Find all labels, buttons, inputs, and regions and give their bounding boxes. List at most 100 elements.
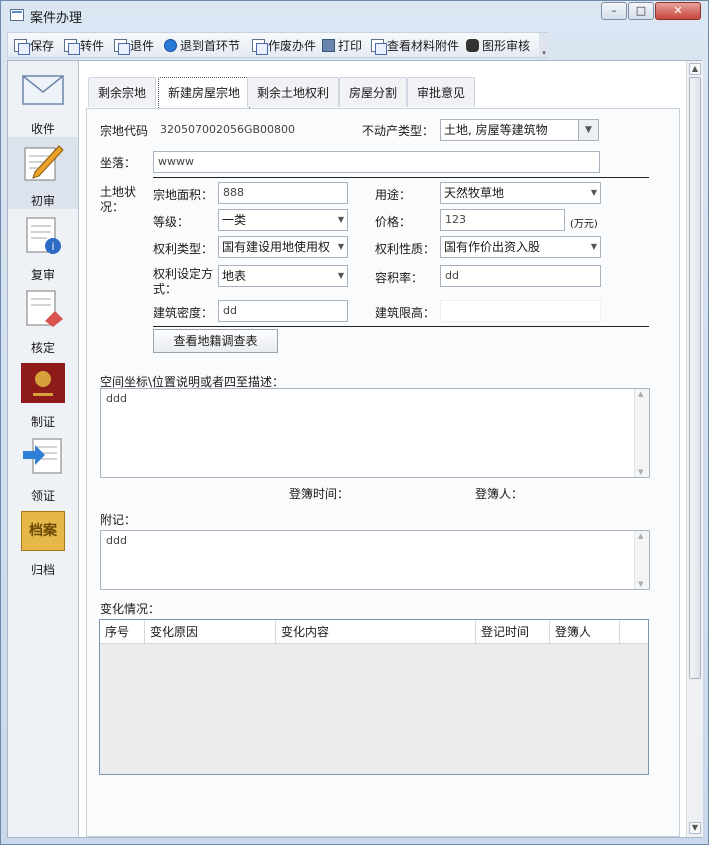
- back-to-first-step-button[interactable]: 退到首环节: [164, 37, 240, 55]
- note-value: ddd: [106, 534, 127, 547]
- area-input[interactable]: 888: [218, 182, 348, 204]
- textarea-scrollbar[interactable]: [634, 389, 649, 477]
- sidebar-label-second-review: 复审: [30, 268, 55, 282]
- sidebar-item-approve[interactable]: 核定: [8, 284, 78, 356]
- sidebar-item-receive[interactable]: 收件: [8, 65, 78, 137]
- view-attachments-label: 查看材料附件: [387, 39, 460, 53]
- sidebar-item-archive[interactable]: 档案 归档: [8, 506, 78, 578]
- chevron-down-icon: ▼: [590, 188, 597, 197]
- spatial-value: ddd: [106, 392, 127, 405]
- tab-approval-opinion[interactable]: 审批意见: [407, 77, 476, 107]
- column-header[interactable]: 登簿人: [550, 620, 620, 644]
- column-header[interactable]: 变化原因: [145, 620, 276, 644]
- register-time-label: 登簿时间：: [289, 487, 350, 501]
- sidebar-label-archive: 归档: [30, 563, 55, 577]
- graphic-review-button[interactable]: 图形审核: [466, 37, 530, 55]
- attachment-icon: [371, 39, 387, 55]
- note-textarea[interactable]: ddd: [100, 530, 650, 590]
- textarea-scrollbar[interactable]: [634, 531, 649, 589]
- divider: [153, 177, 649, 178]
- price-input[interactable]: 123: [440, 209, 565, 231]
- chevron-down-icon: ▼: [335, 237, 344, 257]
- certificate-icon: [21, 363, 65, 403]
- use-value: 天然牧草地: [444, 186, 505, 200]
- column-header[interactable]: 变化内容: [276, 620, 476, 644]
- right-setup-select[interactable]: 地表 ▼: [218, 265, 348, 287]
- tab-house-split[interactable]: 房屋分割: [339, 77, 408, 107]
- scrollbar-thumb[interactable]: [689, 77, 701, 679]
- svg-text:i: i: [51, 240, 54, 253]
- changes-table: 序号 变化原因 变化内容 登记时间 登簿人: [99, 619, 649, 775]
- graphic-review-label: 图形审核: [482, 39, 531, 53]
- parcel-code-value: 320507002056GB00800: [160, 123, 296, 136]
- save-icon: [14, 39, 30, 55]
- transfer-label: 转件: [80, 39, 105, 53]
- close-button[interactable]: ✕: [655, 2, 701, 20]
- divider: [153, 326, 649, 327]
- vertical-scrollbar[interactable]: ▲ ▼: [686, 61, 703, 837]
- minimize-button[interactable]: –: [601, 2, 627, 20]
- plot-ratio-input[interactable]: dd: [440, 265, 601, 287]
- land-status-label: 土地状况：: [100, 185, 137, 214]
- view-attachments-button[interactable]: 查看材料附件: [371, 37, 459, 55]
- print-button[interactable]: 打印: [322, 37, 362, 55]
- binoculars-icon: [466, 39, 479, 52]
- right-type-label: 权利类型：: [153, 242, 214, 256]
- height-limit-input[interactable]: [440, 300, 601, 322]
- sidebar-label-initial-review: 初审: [30, 194, 55, 208]
- right-setup-label: 权利设定方式：: [153, 267, 214, 296]
- toolbar-overflow-chevron-icon[interactable]: ▾: [539, 33, 549, 57]
- save-button[interactable]: 保存: [14, 37, 54, 55]
- maximize-button[interactable]: □: [628, 2, 654, 20]
- return-button[interactable]: 退件: [114, 37, 154, 55]
- right-setup-value: 地表: [222, 269, 247, 283]
- chevron-down-icon: ▼: [337, 271, 344, 280]
- right-type-select[interactable]: 国有建设用地使用权 ▼: [218, 236, 348, 258]
- column-header[interactable]: 序号: [100, 620, 145, 644]
- density-input[interactable]: dd: [218, 300, 348, 322]
- app-icon: [10, 9, 24, 21]
- void-case-button[interactable]: 作废办件: [252, 37, 316, 55]
- return-icon: [114, 39, 130, 55]
- sidebar-item-initial-review[interactable]: 初审: [8, 137, 78, 209]
- transfer-button[interactable]: 转件: [64, 37, 104, 55]
- return-label: 退件: [130, 39, 155, 53]
- tab-remaining-land-rights[interactable]: 剩余土地权利: [247, 77, 340, 107]
- location-input[interactable]: wwww: [153, 151, 600, 173]
- use-select[interactable]: 天然牧草地 ▼: [440, 182, 601, 204]
- tab-new-house-parcel[interactable]: 新建房屋宗地: [158, 77, 251, 108]
- void-case-label: 作废办件: [268, 39, 317, 53]
- scroll-up-arrow-icon[interactable]: ▲: [689, 63, 701, 75]
- property-type-select[interactable]: 土地, 房屋等建筑物 ▼: [440, 119, 599, 141]
- property-type-label: 不动产类型：: [362, 124, 435, 138]
- pencil-document-icon: [24, 145, 64, 181]
- sidebar-item-collect-certificate[interactable]: 领证: [8, 432, 78, 504]
- changes-label: 变化情况：: [100, 602, 161, 616]
- main-window: 案件办理 – □ ✕ 保存 转件 退件 退到首环节 作废办件 打印 查看材料附件…: [0, 0, 709, 845]
- void-icon: [252, 39, 268, 55]
- scroll-down-arrow-icon[interactable]: ▼: [689, 822, 701, 834]
- grade-select[interactable]: 一类 ▼: [218, 209, 348, 231]
- spatial-textarea[interactable]: ddd: [100, 388, 650, 478]
- sidebar-label-collect-certificate: 领证: [30, 489, 55, 503]
- right-nature-select[interactable]: 国有作价出资入股 ▼: [440, 236, 601, 258]
- area-label: 宗地面积：: [153, 188, 214, 202]
- tab-remaining-parcel[interactable]: 剩余宗地: [88, 77, 157, 107]
- chevron-down-icon: ▼: [578, 120, 598, 140]
- use-label: 用途：: [375, 188, 412, 202]
- sidebar-item-issue-certificate[interactable]: 制证: [8, 358, 78, 430]
- location-label: 坐落：: [100, 156, 137, 170]
- envelope-icon: [22, 75, 64, 105]
- window-title: 案件办理: [30, 11, 83, 26]
- back-to-first-step-label: 退到首环节: [180, 39, 241, 53]
- sidebar-item-second-review[interactable]: i 复审: [8, 211, 78, 283]
- view-survey-button[interactable]: 查看地籍调查表: [153, 329, 278, 353]
- register-person-label: 登簿人：: [475, 487, 524, 501]
- property-type-value: 土地, 房屋等建筑物: [444, 123, 548, 137]
- collect-document-icon: [23, 438, 62, 474]
- column-header[interactable]: 登记时间: [476, 620, 550, 644]
- sidebar-label-approve: 核定: [30, 341, 55, 355]
- archive-folder-icon: 档案: [21, 511, 65, 551]
- right-type-value: 国有建设用地使用权: [222, 240, 331, 254]
- plot-ratio-label: 容积率：: [375, 271, 424, 285]
